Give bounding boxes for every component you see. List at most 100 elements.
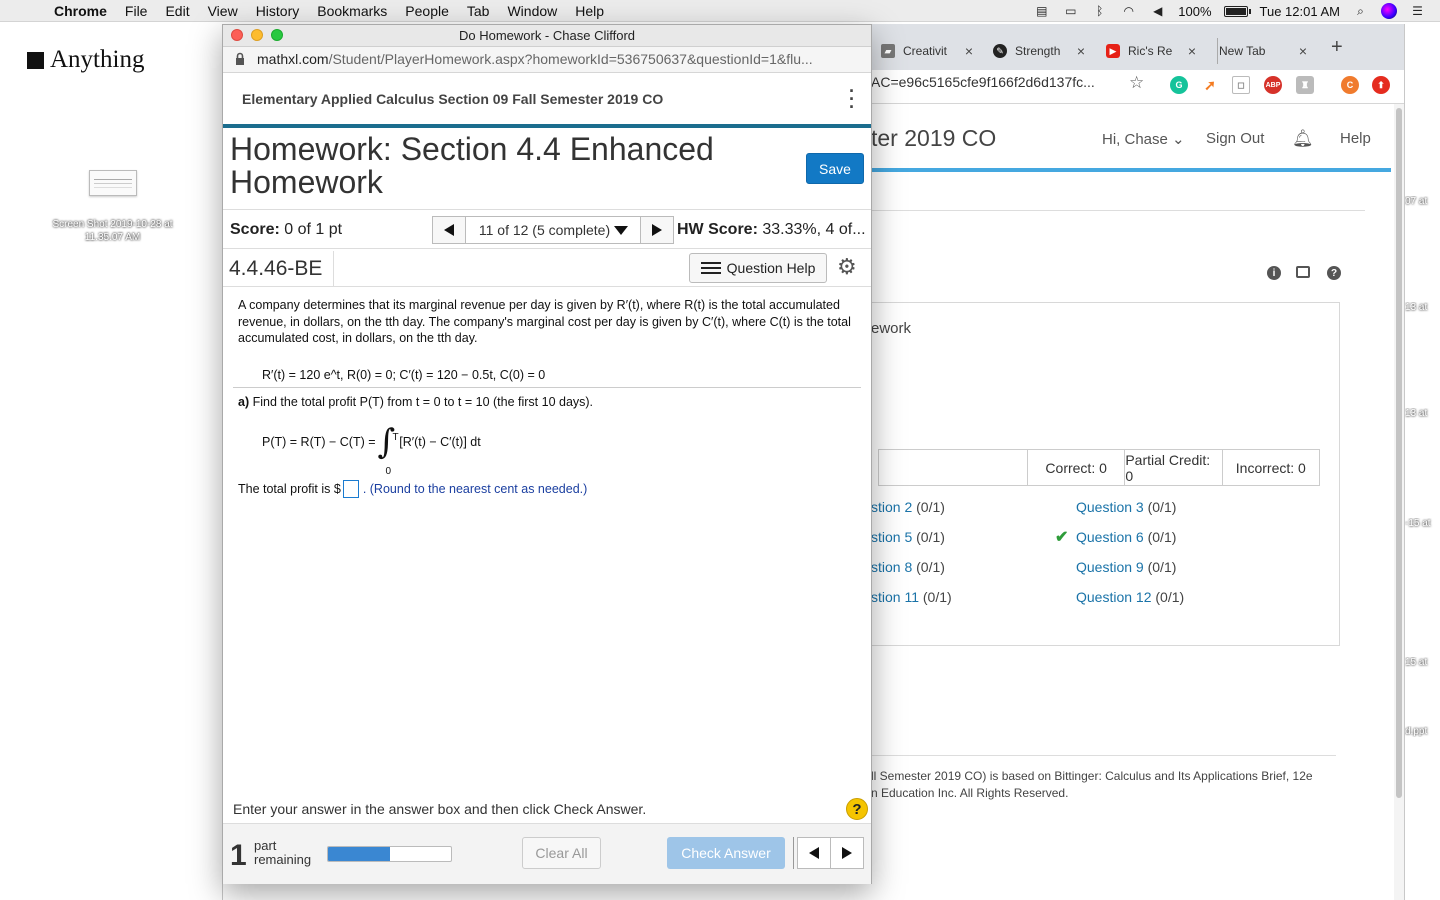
desktop-file-screenshot[interactable]: Screen Shot 2019-10-28 at 11.35.07 AM [40,170,185,244]
bg-greeting[interactable]: Hi, Chase ⌄ [1102,130,1185,148]
spotlight-search-icon[interactable]: ⌕ [1352,4,1369,18]
gear-icon[interactable]: ⚙ [837,254,857,280]
stats-spacer [879,450,1027,485]
strength-icon: ✎ [993,44,1007,58]
bg-tab-new-tab[interactable]: New Tab × [1217,38,1307,64]
question-help-button[interactable]: Question Help [689,253,827,283]
battery-icon[interactable] [1223,5,1251,17]
question-score: Score: 0 of 1 pt [230,221,343,238]
menu-file[interactable]: File [125,3,148,19]
volume-icon[interactable]: ◀ [1149,4,1166,18]
popup-address-bar[interactable]: mathxl.com/Student/PlayerHomework.aspx?h… [223,47,871,73]
url-host: mathxl.com [257,51,329,67]
bg-score-summary: Correct: 0 Partial Credit: 0 Incorrect: … [878,449,1320,486]
menubar-clock[interactable]: Tue 12:01 AM [1260,4,1340,19]
correct-count: Correct: 0 [1027,450,1124,485]
bg-help-link[interactable]: Help [1340,130,1371,147]
siri-icon[interactable] [1381,3,1397,19]
progress-fill [328,847,390,861]
file-thumbnail-icon [88,170,137,196]
menu-tab[interactable]: Tab [467,3,490,19]
bg-tab-creativity[interactable]: ▰ Creativit × [881,38,973,64]
minimize-window-button[interactable] [251,29,263,41]
answer-line: The total profit is $ . (Round to the ne… [238,480,588,498]
youtube-icon: ▶ [1106,44,1120,58]
zoom-window-button[interactable] [271,29,283,41]
extension-frame-icon[interactable]: ◻ [1232,76,1250,94]
extension-arrow-icon[interactable]: ➚ [1201,76,1219,94]
menu-app-name[interactable]: Chrome [54,3,107,19]
question-text: A company determines that its marginal r… [238,298,851,345]
desktop-file-label: Screen Shot 2019-10-28 at 11.35.07 AM [52,219,173,243]
adblock-extension-icon[interactable]: ABP [1264,76,1282,94]
question-link[interactable]: Question 12 (0/1) [1076,589,1184,605]
total-profit-answer-input[interactable] [342,480,359,498]
profile-avatar[interactable]: C [1341,76,1359,94]
bg-tab-youtube[interactable]: ▶ Ric's Re × [1106,38,1196,64]
desktop-edge-label: -15 at [1405,518,1431,529]
bg-scrollbar[interactable] [1394,104,1404,900]
save-button[interactable]: Save [806,153,864,184]
creative-icon: ▰ [881,44,895,58]
bookmark-star-icon[interactable]: ☆ [1129,73,1144,93]
question-link[interactable]: Question 3 (0/1) [1076,499,1176,515]
menu-history[interactable]: History [256,3,300,19]
next-part-button[interactable] [830,837,864,869]
airplay-icon[interactable]: ▭ [1062,4,1079,18]
question-selector-dropdown[interactable]: 11 of 12 (5 complete) [466,216,641,244]
clear-all-button[interactable]: Clear All [522,837,601,869]
menu-help[interactable]: Help [575,3,604,19]
extension-grey-icon[interactable]: ♜ [1296,76,1314,94]
bg-scrollbar-thumb[interactable] [1396,108,1402,798]
question-link[interactable]: stion 5 (0/1) [871,529,945,545]
bg-signout-link[interactable]: Sign Out [1206,130,1264,147]
close-tab-icon[interactable]: × [965,43,973,59]
question-id: 4.4.46-BE [229,257,323,280]
print-icon[interactable] [1296,266,1310,278]
menu-bookmarks[interactable]: Bookmarks [317,3,387,19]
new-tab-plus-icon[interactable]: + [1331,36,1343,59]
close-tab-icon[interactable]: × [1188,43,1196,59]
question-link[interactable]: stion 8 (0/1) [871,559,945,575]
bg-address-bar[interactable]: AC=e96c5165cfe9f166f2d6d137fc... [871,74,1095,90]
bg-footer-divider [871,755,1336,756]
bluetooth-icon[interactable]: ᛒ [1091,4,1108,18]
course-bar: Elementary Applied Calculus Section 09 F… [223,73,871,125]
bg-footer-copyright: ll Semester 2019 CO) is based on Bitting… [871,769,1313,800]
question-link[interactable]: stion 11 (0/1) [871,589,952,605]
question-link[interactable]: stion 2 (0/1) [871,499,945,515]
desktop-edge-label: d.ppt [1405,726,1428,737]
arrow-left-icon [809,847,819,859]
question-link[interactable]: Question 6 (0/1) [1076,529,1176,545]
help-question-icon[interactable]: ? [846,798,868,820]
menu-window[interactable]: Window [507,3,557,19]
check-answer-button[interactable]: Check Answer [667,837,785,869]
answer-instruction: Enter your answer in the answer box and … [233,801,647,817]
grammarly-extension-icon[interactable]: G [1170,76,1188,94]
wifi-icon[interactable]: ◠ [1120,4,1137,18]
bg-tab-strength[interactable]: ✎ Strength × [993,38,1085,64]
notes-icon[interactable]: ▤ [1033,4,1050,18]
bg-header-underline [871,168,1391,172]
question-link[interactable]: Question 9 (0/1) [1076,559,1176,575]
popup-titlebar[interactable]: Do Homework - Chase Clifford [223,25,871,47]
close-tab-icon[interactable]: × [1299,43,1307,59]
desktop-edge-label: 15 at [1405,657,1428,668]
menu-edit[interactable]: Edit [165,3,189,19]
close-window-button[interactable] [231,29,243,41]
previous-part-button[interactable] [797,837,831,869]
menu-view[interactable]: View [208,3,238,19]
update-extension-icon[interactable]: ⬆ [1372,76,1390,94]
notification-center-icon[interactable]: ☰ [1409,4,1426,18]
menu-people[interactable]: People [405,3,449,19]
close-tab-icon[interactable]: × [1077,43,1085,59]
notification-bell-icon[interactable]: 🔔︎ [1292,129,1314,149]
desktop-sticky-note[interactable]: Anything [27,46,144,74]
info-icon[interactable]: i [1267,266,1281,280]
previous-question-button[interactable] [432,216,466,244]
parts-remaining-count: 1 [230,839,247,872]
arrow-right-icon [842,847,852,859]
more-options-icon[interactable]: · · · [845,82,859,116]
help-question-icon[interactable]: ? [1327,266,1341,280]
next-question-button[interactable] [640,216,674,244]
